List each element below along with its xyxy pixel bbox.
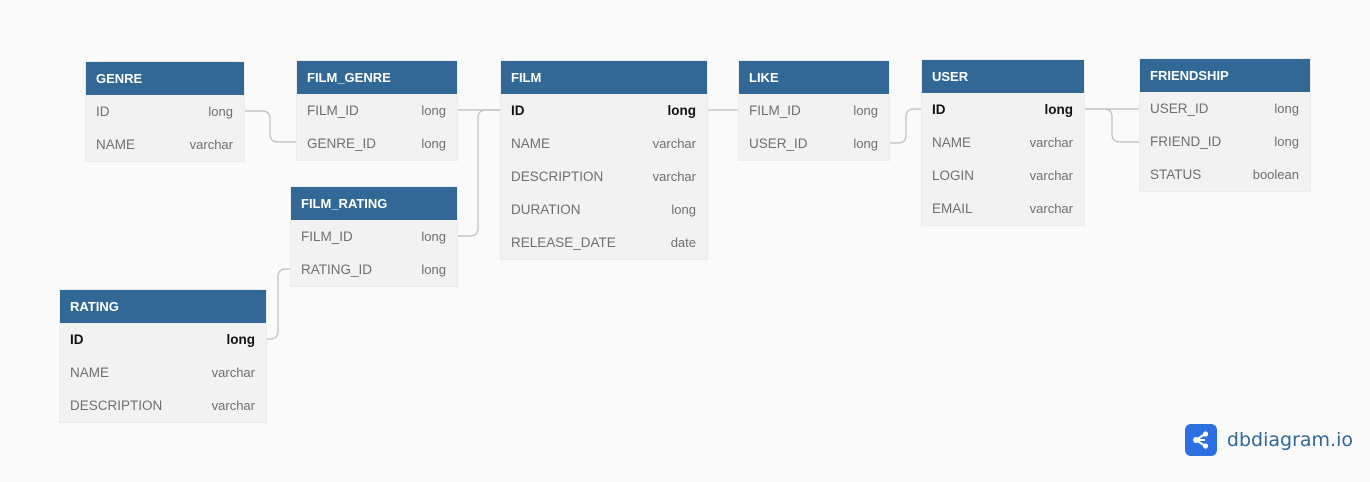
field-name: STATUS	[1150, 167, 1202, 182]
field-type: long	[853, 136, 878, 151]
field-name: USER_ID	[749, 136, 808, 151]
table-film-rating-header[interactable]: FILM_RATING	[291, 187, 457, 220]
field-name: USER_ID	[1150, 101, 1209, 116]
field-user-name[interactable]: NAME varchar	[922, 126, 1084, 159]
field-type: varchar	[1029, 201, 1073, 216]
field-user-id[interactable]: ID long	[922, 93, 1084, 126]
relation-user-id-to-like-user-id	[889, 108, 922, 144]
field-name: ID	[70, 332, 84, 347]
field-like-user-id[interactable]: USER_ID long	[739, 127, 889, 160]
field-genre-name[interactable]: NAME varchar	[86, 128, 244, 161]
relation-user-id-to-friendship-friend-id	[1084, 108, 1140, 143]
table-genre-header[interactable]: GENRE	[86, 62, 244, 95]
field-type: date	[670, 235, 696, 250]
field-type: varchar	[1029, 168, 1073, 183]
field-type: long	[421, 136, 446, 151]
field-type: long	[667, 103, 697, 118]
field-type: long	[853, 103, 878, 118]
table-film[interactable]: FILM ID long NAME varchar DESCRIPTION va…	[501, 61, 707, 259]
table-genre[interactable]: GENRE ID long NAME varchar	[86, 62, 244, 161]
diagram-canvas[interactable]: GENRE ID long NAME varchar FILM_GENRE FI…	[0, 0, 1370, 482]
field-name: NAME	[96, 137, 136, 152]
table-like[interactable]: LIKE FILM_ID long USER_ID long	[739, 61, 889, 160]
table-film-genre-header[interactable]: FILM_GENRE	[297, 61, 457, 94]
field-like-film-id[interactable]: FILM_ID long	[739, 94, 889, 127]
field-name: DURATION	[511, 202, 581, 217]
field-type: varchar	[189, 137, 233, 152]
field-user-login[interactable]: LOGIN varchar	[922, 159, 1084, 192]
field-film-genre-film-id[interactable]: FILM_ID long	[297, 94, 457, 127]
table-film-header[interactable]: FILM	[501, 61, 707, 94]
field-type: long	[1274, 101, 1299, 116]
field-name: DESCRIPTION	[511, 169, 604, 184]
field-name: RATING_ID	[301, 262, 373, 277]
field-type: long	[226, 332, 256, 347]
field-type: varchar	[1029, 135, 1073, 150]
field-name: FILM_ID	[301, 229, 353, 244]
field-name: LOGIN	[932, 168, 975, 183]
brand-text: dbdiagram.io	[1226, 429, 1353, 451]
field-friendship-status[interactable]: STATUS boolean	[1140, 158, 1310, 191]
field-name: FILM_ID	[307, 103, 359, 118]
field-film-release-date[interactable]: RELEASE_DATE date	[501, 226, 707, 259]
share-nodes-icon	[1184, 424, 1217, 456]
field-type: long	[1044, 102, 1074, 117]
table-film-genre[interactable]: FILM_GENRE FILM_ID long GENRE_ID long	[297, 61, 457, 160]
table-friendship-header[interactable]: FRIENDSHIP	[1140, 59, 1310, 92]
field-type: varchar	[652, 169, 696, 184]
field-name: DESCRIPTION	[70, 398, 163, 413]
field-type: varchar	[211, 365, 255, 380]
field-name: RELEASE_DATE	[511, 235, 616, 250]
field-film-genre-genre-id[interactable]: GENRE_ID long	[297, 127, 457, 160]
field-name: EMAIL	[932, 201, 973, 216]
table-rating-header[interactable]: RATING	[60, 290, 266, 323]
field-type: long	[421, 103, 446, 118]
table-user-header[interactable]: USER	[922, 60, 1084, 93]
field-film-rating-film-id[interactable]: FILM_ID long	[291, 220, 457, 253]
relation-genre-id-to-film-genre-genre-id	[244, 110, 297, 143]
dbdiagram-brand[interactable]: dbdiagram.io	[1184, 424, 1353, 456]
field-film-duration[interactable]: DURATION long	[501, 193, 707, 226]
field-type: long	[421, 262, 446, 277]
field-friendship-friend-id[interactable]: FRIEND_ID long	[1140, 125, 1310, 158]
field-rating-description[interactable]: DESCRIPTION varchar	[60, 389, 266, 422]
field-type: long	[671, 202, 696, 217]
table-like-header[interactable]: LIKE	[739, 61, 889, 94]
field-name: ID	[932, 102, 946, 117]
field-type: long	[1274, 134, 1299, 149]
table-film-rating[interactable]: FILM_RATING FILM_ID long RATING_ID long	[291, 187, 457, 286]
field-name: NAME	[932, 135, 972, 150]
field-user-email[interactable]: EMAIL varchar	[922, 192, 1084, 225]
field-type: varchar	[652, 136, 696, 151]
field-type: long	[208, 104, 233, 119]
field-rating-id[interactable]: ID long	[60, 323, 266, 356]
field-type: long	[421, 229, 446, 244]
field-type: boolean	[1252, 167, 1299, 182]
field-name: NAME	[70, 365, 110, 380]
field-name: FRIEND_ID	[1150, 134, 1222, 149]
field-name: NAME	[511, 136, 551, 151]
table-user[interactable]: USER ID long NAME varchar LOGIN varchar …	[922, 60, 1084, 225]
relation-film-rating-film-id-to-film-id	[457, 109, 501, 237]
field-name: FILM_ID	[749, 103, 801, 118]
field-rating-name[interactable]: NAME varchar	[60, 356, 266, 389]
field-name: GENRE_ID	[307, 136, 377, 151]
table-friendship[interactable]: FRIENDSHIP USER_ID long FRIEND_ID long S…	[1140, 59, 1310, 191]
field-film-id[interactable]: ID long	[501, 94, 707, 127]
table-rating[interactable]: RATING ID long NAME varchar DESCRIPTION …	[60, 290, 266, 422]
relation-rating-id-to-film-rating-rating-id	[266, 268, 291, 340]
field-type: varchar	[211, 398, 255, 413]
field-name: ID	[96, 104, 110, 119]
field-genre-id[interactable]: ID long	[86, 95, 244, 128]
field-name: ID	[511, 103, 525, 118]
field-film-rating-rating-id[interactable]: RATING_ID long	[291, 253, 457, 286]
field-film-description[interactable]: DESCRIPTION varchar	[501, 160, 707, 193]
field-friendship-user-id[interactable]: USER_ID long	[1140, 92, 1310, 125]
field-film-name[interactable]: NAME varchar	[501, 127, 707, 160]
